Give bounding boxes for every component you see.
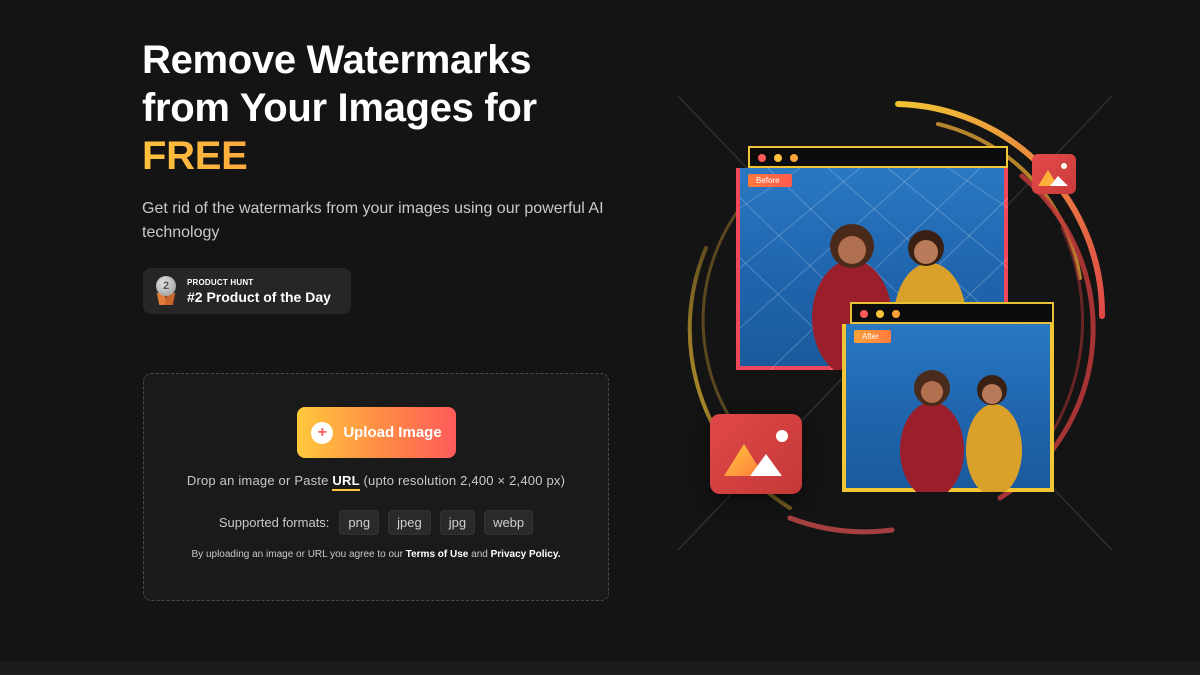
hero-subtitle: Get rid of the watermarks from your imag… (142, 200, 604, 241)
upload-image-button[interactable]: + Upload Image (297, 407, 456, 458)
footer-strip (0, 662, 1200, 675)
after-window: After (838, 302, 1054, 492)
terms-of-use-link[interactable]: Terms of Use (406, 549, 469, 560)
privacy-policy-link[interactable]: Privacy Policy. (491, 549, 561, 560)
medal-icon: 2 (155, 276, 177, 306)
format-chip-webp: webp (484, 510, 534, 535)
upload-dropzone[interactable]: + Upload Image Drop an image or Paste UR… (143, 373, 609, 601)
image-icon (1032, 154, 1076, 194)
formats-label: Supported formats: (218, 515, 330, 530)
terms-and: and (471, 549, 488, 560)
paste-url-link[interactable]: URL (332, 473, 360, 491)
product-hunt-title: #2 Product of the Day (187, 288, 331, 305)
after-photo: After (842, 324, 1054, 492)
window-titlebar (850, 302, 1054, 324)
drop-suffix: (upto resolution 2,400 × 2,400 px) (363, 473, 566, 488)
hero-title-line-2: from Your Images for (142, 86, 537, 130)
medal-rank: 2 (156, 276, 176, 296)
hero-title-line-1: Remove Watermarks (142, 38, 532, 82)
terms-prefix: By uploading an image or URL you agree t… (191, 549, 403, 560)
format-chip-jpeg: jpeg (388, 510, 431, 535)
drop-prefix: Drop an image or Paste (186, 473, 329, 488)
before-after-illustration: Before After (670, 88, 1120, 558)
format-chip-png: png (339, 510, 380, 535)
product-hunt-kicker: PRODUCT HUNT (187, 277, 254, 287)
terms-notice: By uploading an image or URL you agree t… (144, 549, 608, 560)
window-titlebar (748, 146, 1008, 168)
hero-title: Remove Watermarks from Your Images for F… (142, 36, 602, 180)
supported-formats: Supported formats: png jpeg jpg webp (144, 510, 608, 535)
image-icon (710, 414, 802, 494)
format-chip-jpg: jpg (439, 510, 476, 535)
after-tag: After (854, 330, 891, 343)
before-tag: Before (748, 174, 792, 187)
upload-button-label: Upload Image (343, 424, 442, 441)
drop-instructions: Drop an image or Paste URL (upto resolut… (144, 473, 608, 491)
product-hunt-badge[interactable]: 2 PRODUCT HUNT #2 Product of the Day (143, 268, 351, 314)
hero-title-highlight: FREE (142, 132, 602, 180)
plus-icon: + (311, 421, 334, 444)
